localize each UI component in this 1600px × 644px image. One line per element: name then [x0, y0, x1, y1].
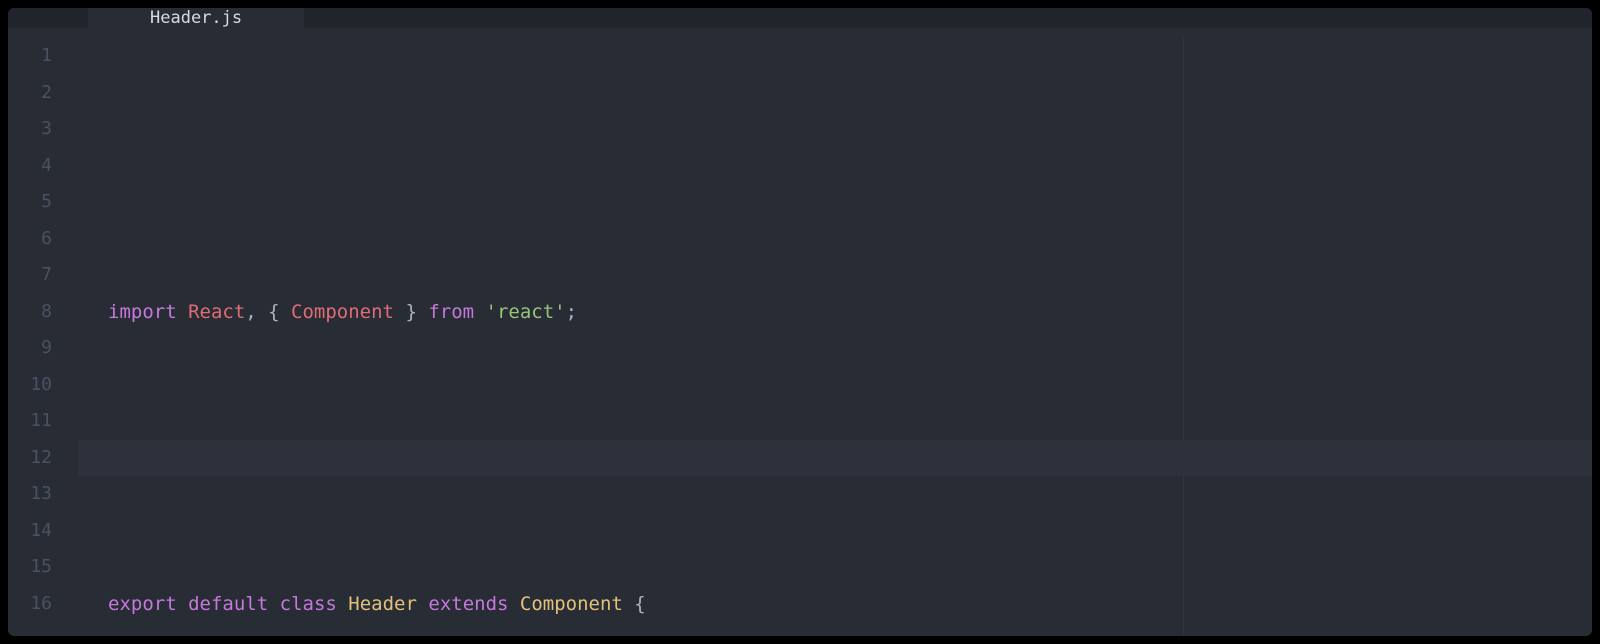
line-number: 13 [8, 476, 52, 513]
tab-bar: Header.js [8, 8, 1592, 28]
tab-label: Header.js [150, 8, 242, 28]
line-number: 5 [8, 184, 52, 221]
editor-body: 1 2 3 4 5 6 7 8 9 10 11 12 13 14 15 16 i… [8, 28, 1592, 636]
line-number: 1 [8, 38, 52, 75]
line-number: 12 [8, 440, 52, 477]
line-number: 15 [8, 549, 52, 586]
line-number: 4 [8, 148, 52, 185]
line-number: 7 [8, 257, 52, 294]
code-line: export default class Header extends Comp… [78, 586, 1592, 623]
tab-spacer [8, 8, 88, 28]
code-line [78, 440, 1592, 477]
editor-frame: Header.js 1 2 3 4 5 6 7 8 9 10 11 12 13 … [8, 8, 1592, 636]
line-number: 8 [8, 294, 52, 331]
tab-header-js[interactable]: Header.js [88, 8, 304, 28]
code-area[interactable]: import React, { Component } from 'react'… [78, 38, 1592, 636]
line-number: 10 [8, 367, 52, 404]
line-number: 14 [8, 513, 52, 550]
line-number: 6 [8, 221, 52, 258]
line-number: 11 [8, 403, 52, 440]
code-line: import React, { Component } from 'react'… [78, 294, 1592, 331]
code-lines: import React, { Component } from 'react'… [78, 184, 1592, 636]
line-number: 3 [8, 111, 52, 148]
line-number: 9 [8, 330, 52, 367]
line-number: 16 [8, 586, 52, 623]
gutter: 1 2 3 4 5 6 7 8 9 10 11 12 13 14 15 16 [8, 38, 78, 636]
line-number: 2 [8, 75, 52, 112]
